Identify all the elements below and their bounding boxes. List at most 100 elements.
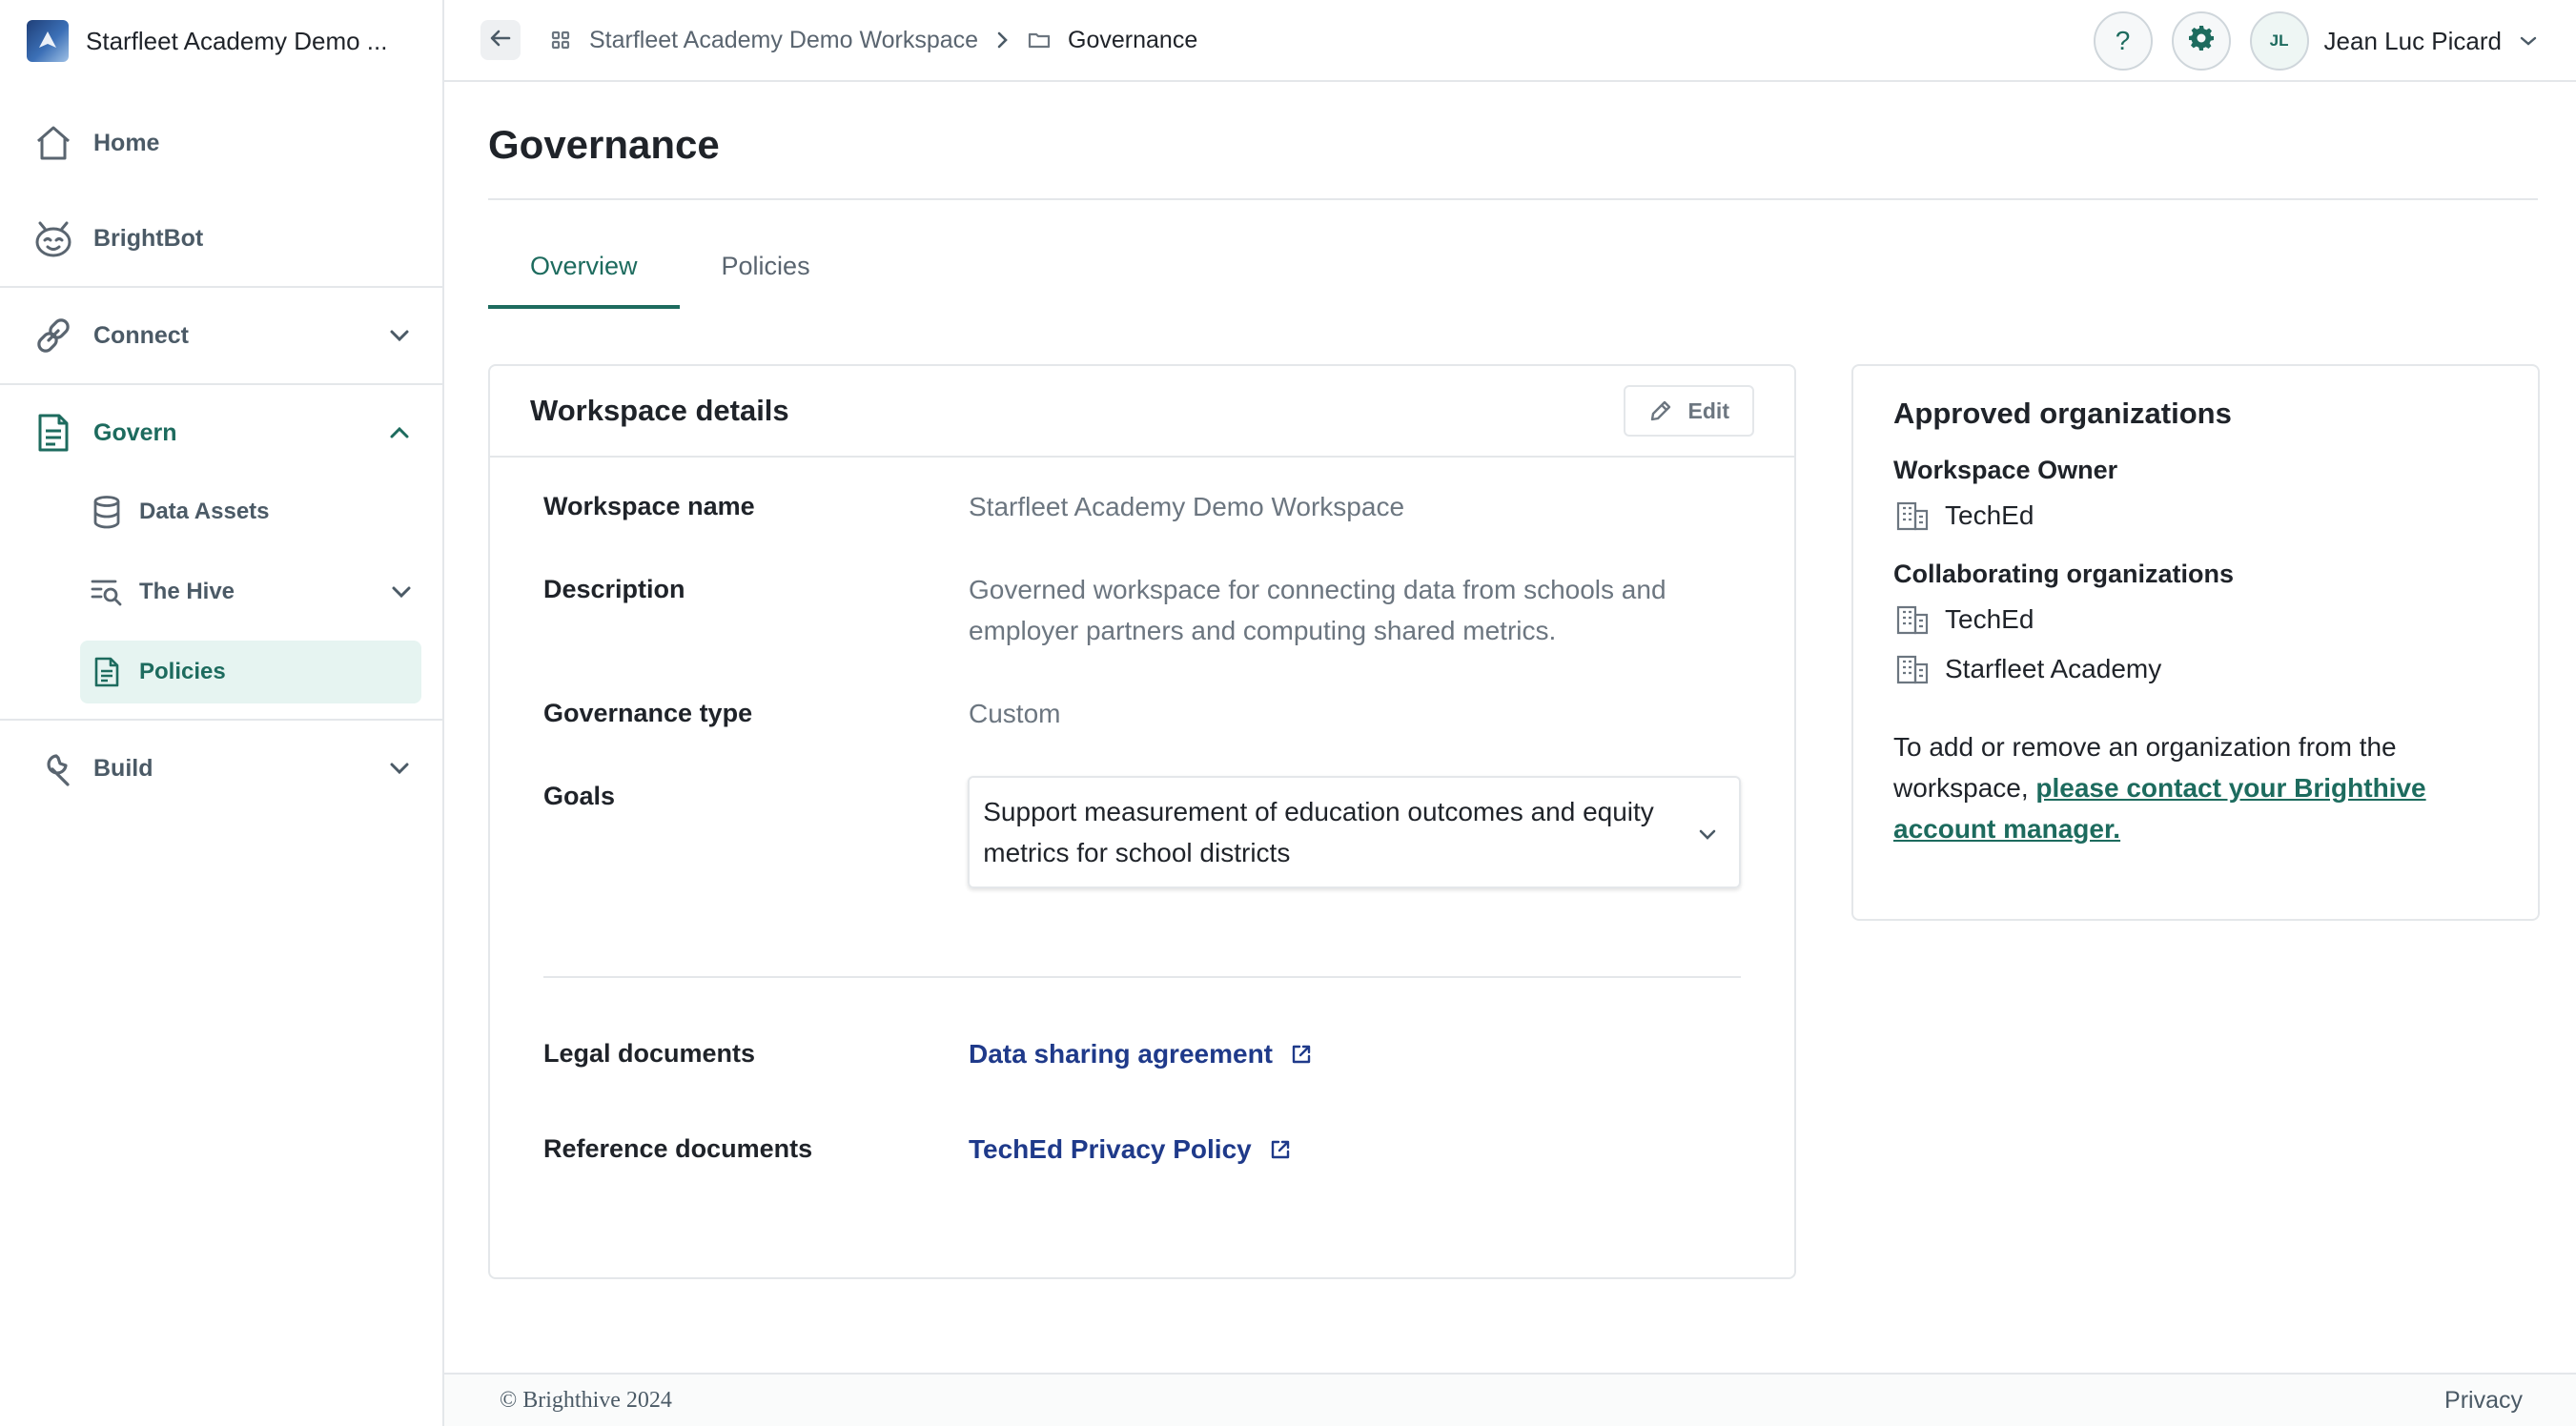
link-label: Data sharing agreement: [969, 1039, 1273, 1069]
field-value: Custom: [969, 699, 1061, 728]
sidebar: Starfleet Academy Demo ... Home BrightBo…: [0, 0, 444, 1426]
card-header: Workspace details Edit: [490, 366, 1794, 458]
workspace-details-card: Workspace details Edit Workspace name St…: [488, 364, 1796, 1279]
home-icon: [29, 118, 78, 168]
document-icon: [88, 653, 126, 691]
card-title: Workspace details: [530, 394, 789, 427]
building-icon: [1893, 497, 1932, 535]
link-icon: [29, 311, 78, 360]
chevron-down-icon[interactable]: [2519, 35, 2538, 47]
field-label: Governance type: [543, 699, 753, 727]
help-button[interactable]: ?: [2093, 11, 2153, 71]
sidebar-item-label: BrightBot: [93, 224, 204, 252]
sidebar-item-label: Connect: [93, 321, 189, 349]
tab-policies[interactable]: Policies: [680, 246, 852, 309]
field-description: Description Governed workspace for conne…: [543, 569, 1741, 651]
sidebar-item-build[interactable]: Build: [0, 721, 442, 816]
field-label: Workspace name: [543, 492, 755, 520]
field-value: Starfleet Academy Demo Workspace: [969, 492, 1405, 521]
card-title: Approved organizations: [1893, 397, 2232, 430]
chevron-down-icon: [1697, 819, 1718, 860]
field-reference-documents: Reference documents TechEd Privacy Polic…: [543, 1129, 1741, 1170]
search-list-icon: [88, 573, 126, 611]
workspace-name: Starfleet Academy Demo ...: [86, 26, 388, 55]
approved-organizations-card: Approved organizations Workspace Owner T…: [1851, 364, 2540, 921]
org-name: Starfleet Academy: [1945, 654, 2162, 683]
grid-icon: [547, 27, 574, 53]
copyright: © Brighthive 2024: [500, 1387, 672, 1413]
section-divider: [543, 976, 1741, 978]
document-icon: [29, 408, 78, 458]
breadcrumb-governance: Governance: [1026, 27, 1197, 54]
teched-privacy-policy-link[interactable]: TechEd Privacy Policy: [969, 1129, 1292, 1170]
building-icon: [1893, 601, 1932, 639]
goals-selected-value: Support measurement of education outcome…: [983, 797, 1654, 867]
sidebar-item-label: Home: [93, 129, 160, 156]
org-name: TechEd: [1945, 604, 2034, 634]
external-link-icon: [1290, 1043, 1313, 1066]
field-legal-documents: Legal documents Data sharing agreement: [543, 1033, 1741, 1074]
field-goals: Goals Support measurement of education o…: [543, 776, 1741, 888]
help-icon: ?: [2115, 26, 2131, 55]
back-button[interactable]: [480, 20, 521, 60]
edit-label: Edit: [1687, 397, 1729, 423]
sidebar-item-connect[interactable]: Connect: [0, 288, 442, 383]
field-governance-type: Governance type Custom: [543, 693, 1741, 734]
edit-button[interactable]: Edit: [1623, 385, 1754, 437]
org-change-note: To add or remove an organization from th…: [1893, 726, 2498, 849]
wrench-icon: [29, 744, 78, 793]
data-sharing-agreement-link[interactable]: Data sharing agreement: [969, 1033, 1313, 1074]
main-content: Governance Overview Policies Workspace d…: [444, 82, 2576, 1426]
user-name[interactable]: Jean Luc Picard: [2324, 27, 2502, 56]
sidebar-item-label: Policies: [139, 659, 226, 684]
chevron-up-icon: [385, 418, 414, 447]
org-item: TechEd: [1893, 601, 2498, 639]
breadcrumb-label: Starfleet Academy Demo Workspace: [589, 26, 979, 53]
title-divider: [488, 198, 2538, 200]
settings-button[interactable]: [2171, 11, 2231, 71]
breadcrumb-label: Governance: [1068, 26, 1198, 53]
org-item: TechEd: [1893, 497, 2498, 535]
workspace-logo-icon: [27, 20, 69, 62]
privacy-link[interactable]: Privacy: [2444, 1387, 2523, 1415]
chevron-down-icon: [385, 321, 414, 350]
field-workspace-name: Workspace name Starfleet Academy Demo Wo…: [543, 486, 1741, 527]
bot-icon: [29, 214, 78, 263]
org-item: Starfleet Academy: [1893, 650, 2498, 688]
footer: © Brighthive 2024 Privacy: [444, 1373, 2576, 1426]
link-label: TechEd Privacy Policy: [969, 1134, 1252, 1164]
field-label: Goals: [543, 782, 616, 810]
goals-dropdown[interactable]: Support measurement of education outcome…: [968, 776, 1741, 888]
avatar-initials: JL: [2269, 31, 2289, 50]
gear-icon: [2187, 24, 2216, 59]
sidebar-item-label: Build: [93, 754, 153, 782]
field-label: Legal documents: [543, 1039, 756, 1068]
top-bar: Starfleet Academy Demo Workspace Governa…: [444, 0, 2576, 82]
sidebar-item-policies[interactable]: Policies: [80, 641, 421, 703]
pencil-icon: [1648, 398, 1673, 423]
sidebar-item-brightbot[interactable]: BrightBot: [0, 191, 442, 286]
org-name: TechEd: [1945, 500, 2034, 530]
sidebar-item-home[interactable]: Home: [0, 95, 442, 191]
sidebar-item-govern[interactable]: Govern: [0, 385, 442, 480]
chevron-right-icon: [995, 30, 1009, 51]
chevron-down-icon: [385, 754, 414, 783]
sidebar-item-label: The Hive: [139, 579, 235, 604]
sidebar-item-label: Data Assets: [139, 499, 270, 524]
field-label: Reference documents: [543, 1134, 813, 1163]
field-label: Description: [543, 575, 685, 603]
sidebar-item-label: Govern: [93, 418, 177, 446]
workspace-switcher[interactable]: Starfleet Academy Demo ...: [0, 0, 442, 82]
sidebar-item-the-hive[interactable]: The Hive: [80, 560, 421, 623]
tab-overview[interactable]: Overview: [488, 246, 680, 309]
collaborating-organizations-heading: Collaborating organizations: [1893, 560, 2235, 588]
avatar[interactable]: JL: [2249, 11, 2309, 71]
breadcrumb-workspace[interactable]: Starfleet Academy Demo Workspace: [547, 27, 978, 54]
database-icon: [88, 493, 126, 531]
sidebar-item-data-assets[interactable]: Data Assets: [80, 480, 421, 543]
folder-icon: [1026, 27, 1053, 53]
workspace-owner-heading: Workspace Owner: [1893, 456, 2118, 484]
arrow-left-icon: [489, 29, 512, 52]
building-icon: [1893, 650, 1932, 688]
top-right-actions: ? JL Jean Luc Picard: [2075, 0, 2538, 82]
